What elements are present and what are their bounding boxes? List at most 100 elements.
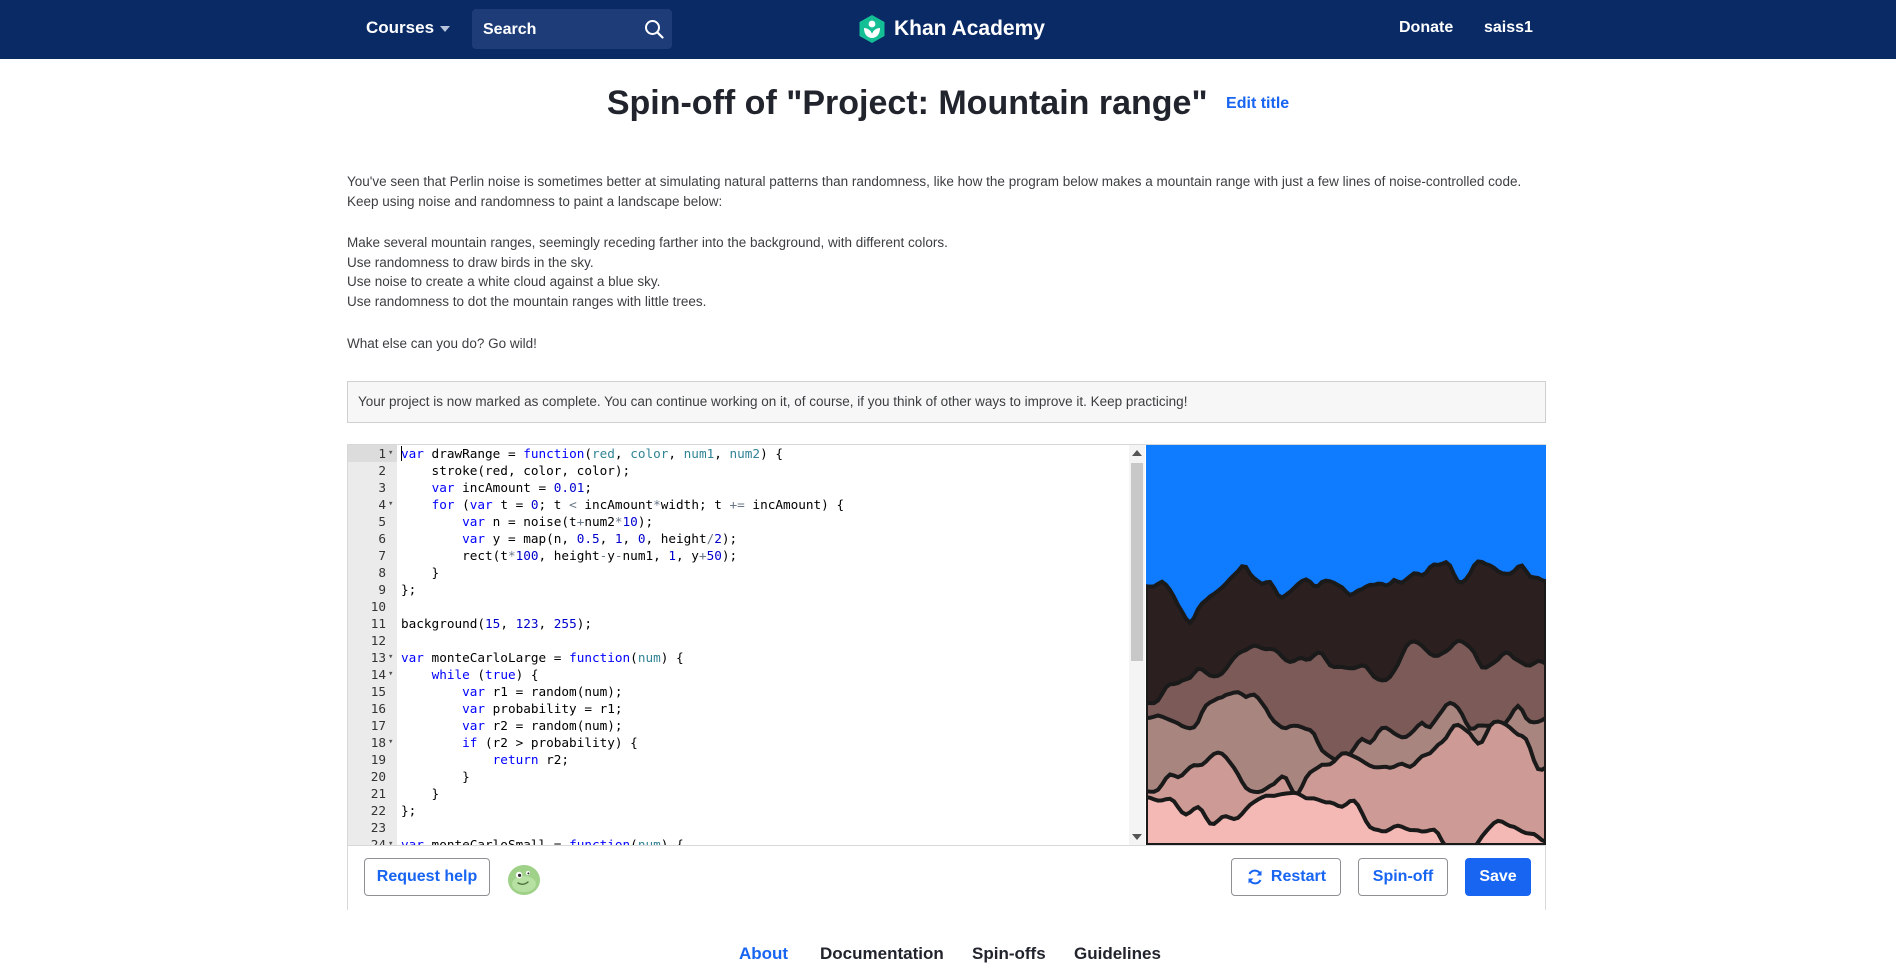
output-canvas[interactable] (1146, 445, 1546, 845)
courses-label: Courses (366, 18, 435, 37)
search-box[interactable] (472, 9, 672, 51)
fold-arrow-icon[interactable]: ▾ (388, 445, 393, 462)
line-number: 6 (378, 531, 386, 546)
scroll-up-arrow-icon[interactable] (1132, 450, 1142, 456)
line-code: var n = noise(t+num2*10); (462, 514, 654, 529)
code-line[interactable]: 5 var n = noise(t+num2*10); (348, 513, 1129, 530)
line-number: 18 (370, 735, 386, 750)
line-number: 5 (378, 514, 386, 529)
line-number: 14 (370, 667, 386, 682)
line-number: 15 (370, 684, 386, 699)
code-line[interactable]: 9}; (348, 581, 1129, 598)
brand-name: Khan Academy (894, 17, 1045, 40)
line-number: 23 (370, 820, 386, 835)
code-line[interactable]: 1 ▾ var drawRange = function(red, color, n… (348, 445, 1129, 462)
fold-arrow-icon[interactable]: ▾ (388, 496, 393, 513)
line-code: var r1 = random(num); (462, 684, 623, 699)
line-number: 20 (370, 769, 386, 784)
line-number: 2 (378, 463, 386, 478)
title-row: Spin-off of "Project: Mountain range" Ed… (0, 84, 1896, 123)
search-icon[interactable] (644, 19, 664, 39)
description-step: Use noise to create a white cloud agains… (347, 274, 661, 289)
code-line[interactable]: 11 background(15, 123, 255); (348, 615, 1129, 632)
code-line[interactable]: 18 ▾ if (r2 > probability) { (348, 734, 1129, 751)
tab-documentation[interactable]: Documentation (820, 944, 944, 964)
scroll-down-arrow-icon[interactable] (1132, 834, 1142, 840)
tab-guidelines[interactable]: Guidelines (1074, 944, 1161, 964)
program-tabs: About Documentation Spin-offs Guidelines (0, 944, 1896, 963)
description-step: Make several mountain ranges, seemingly … (347, 235, 948, 250)
tab-spin-offs[interactable]: Spin-offs (972, 944, 1046, 964)
code-line[interactable]: 23 (348, 819, 1129, 836)
line-number: 17 (370, 718, 386, 733)
fold-arrow-icon[interactable]: ▾ (388, 734, 393, 751)
code-line[interactable]: 2 stroke(red, color, color); (348, 462, 1129, 479)
code-line[interactable]: 13 ▾ var monteCarloLarge = function(num) { (348, 649, 1129, 666)
editor-scrollbar[interactable] (1129, 445, 1145, 845)
code-line[interactable]: 12 (348, 632, 1129, 649)
avatar[interactable] (506, 862, 542, 896)
donate-link[interactable]: Donate (1399, 19, 1453, 37)
code-line[interactable]: 24 ▾ var monteCarloSmall = function(num) { (348, 836, 1129, 845)
line-number: 4 (378, 497, 386, 512)
line-code: var drawRange = function(red, color, num… (401, 446, 783, 461)
search-input[interactable] (481, 9, 635, 51)
line-number: 21 (370, 786, 386, 801)
request-help-label: Request help (376, 868, 478, 885)
line-code: } (401, 565, 440, 580)
line-number: 24 (370, 837, 386, 845)
line-code: }; (401, 803, 417, 818)
line-number: 12 (370, 633, 386, 648)
brand-logo[interactable]: Khan Academy (858, 14, 1045, 44)
page-title: Spin-off of "Project: Mountain range" (606, 84, 1208, 122)
editor-toolbar: Request help Restart Spin-off Save (348, 845, 1545, 910)
line-code: stroke(red, color, color); (401, 463, 631, 478)
code-line[interactable]: 15 var r1 = random(num); (348, 683, 1129, 700)
program-editor: 1 ▾ var drawRange = function(red, color, n… (347, 444, 1546, 910)
code-line[interactable]: 21 } (348, 785, 1129, 802)
save-button[interactable]: Save (1465, 858, 1531, 896)
code-line[interactable]: 16 var probability = r1; (348, 700, 1129, 717)
code-line[interactable]: 6 var y = map(n, 0.5, 1, 0, height/2); (348, 530, 1129, 547)
line-number: 16 (370, 701, 386, 716)
description-closing: What else can you do? Go wild! (347, 336, 537, 351)
request-help-button[interactable]: Request help (364, 858, 490, 896)
line-number: 22 (370, 803, 386, 818)
code-line[interactable]: 19 return r2; (348, 751, 1129, 768)
code-line[interactable]: 3 var incAmount = 0.01; (348, 479, 1129, 496)
code-line[interactable]: 17 var r2 = random(num); (348, 717, 1129, 734)
spin-off-label: Spin-off (1372, 868, 1434, 885)
mountain-range-drawing (1146, 559, 1546, 845)
code-line[interactable]: 4 ▾ for (var t = 0; t < incAmount*width; … (348, 496, 1129, 513)
code-line[interactable]: 20 } (348, 768, 1129, 785)
line-code: return r2; (492, 752, 570, 767)
line-number: 8 (378, 565, 386, 580)
code-line[interactable]: 7 rect(t*100, height-y-num1, 1, y+50); (348, 547, 1129, 564)
top-navigation: Courses Khan Academy Donate saiss1 (0, 0, 1896, 59)
project-description: You've seen that Perlin noise is sometim… (347, 172, 1547, 354)
spin-off-button[interactable]: Spin-off (1358, 858, 1448, 896)
restart-label: Restart (1270, 868, 1327, 885)
edit-title-link[interactable]: Edit title (1226, 95, 1289, 113)
code-editor[interactable]: 1 ▾ var drawRange = function(red, color, n… (348, 445, 1130, 845)
khan-academy-logo-icon (859, 15, 885, 43)
code-lines[interactable]: 1 ▾ var drawRange = function(red, color, n… (348, 445, 1129, 845)
fold-arrow-icon[interactable]: ▾ (388, 666, 393, 683)
code-line[interactable]: 14 ▾ while (true) { (348, 666, 1129, 683)
line-code: } (401, 769, 470, 784)
user-menu[interactable]: saiss1 (1484, 19, 1533, 37)
tab-about[interactable]: About (739, 944, 788, 964)
restart-button[interactable]: Restart (1231, 858, 1341, 896)
code-line[interactable]: 10 (348, 598, 1129, 615)
fold-arrow-icon[interactable]: ▾ (388, 836, 393, 845)
description-step: Use randomness to dot the mountain range… (347, 293, 707, 309)
code-line[interactable]: 8 } (348, 564, 1129, 581)
fold-arrow-icon[interactable]: ▾ (388, 649, 393, 666)
description-intro: You've seen that Perlin noise is sometim… (347, 174, 1522, 209)
scrollbar-thumb[interactable] (1131, 463, 1143, 661)
line-code: background(15, 123, 255); (401, 616, 592, 631)
courses-menu[interactable]: Courses (366, 18, 451, 38)
code-line[interactable]: 22}; (348, 802, 1129, 819)
line-code: var y = map(n, 0.5, 1, 0, height/2); (462, 531, 738, 546)
line-code: } (401, 786, 440, 801)
